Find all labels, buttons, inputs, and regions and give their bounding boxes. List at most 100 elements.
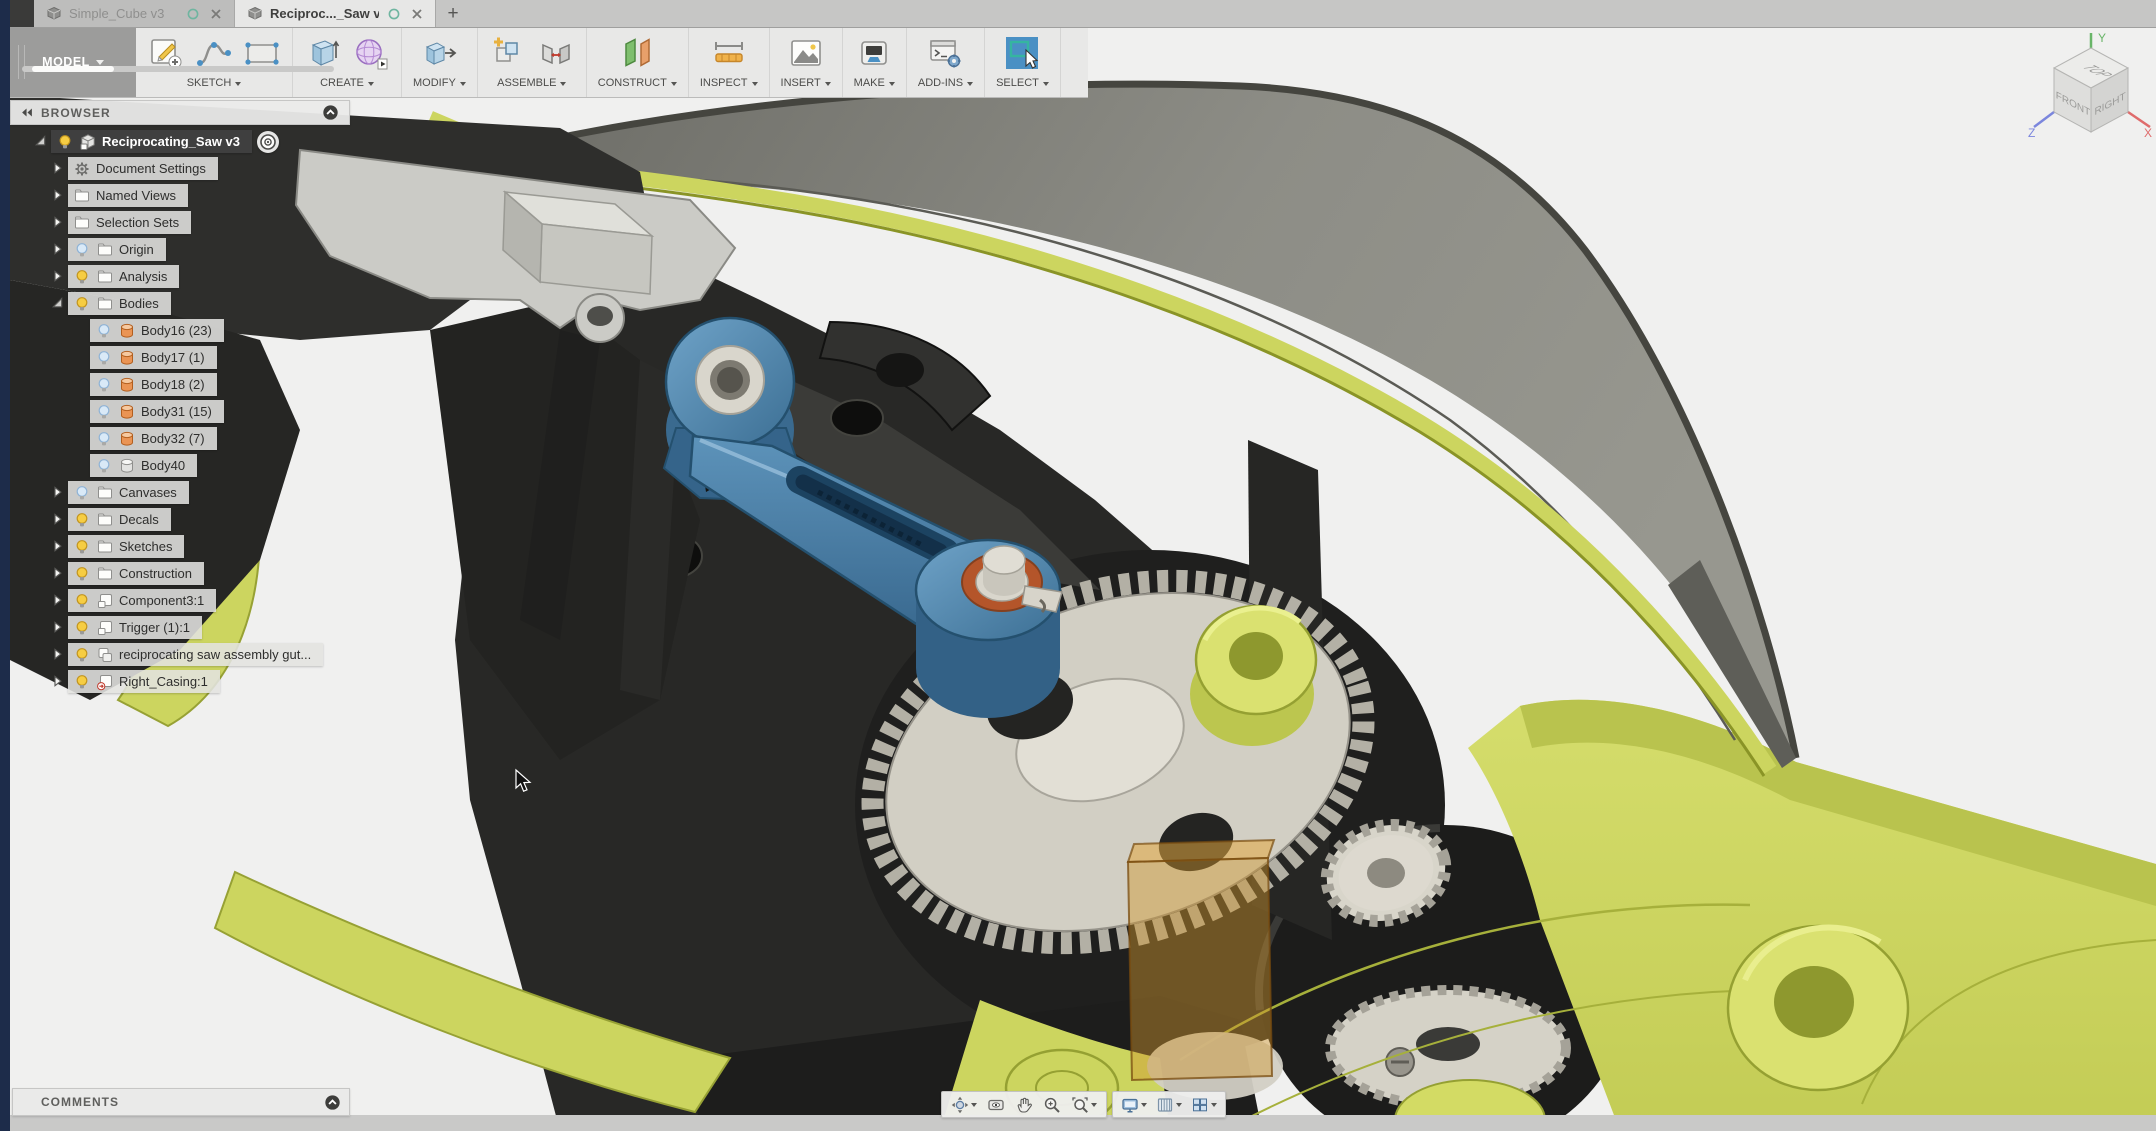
tree-row-body17-1-[interactable]: Body17 (1) (10, 344, 350, 371)
tree-row-decals[interactable]: Decals (10, 506, 350, 533)
visibility-bulb-icon[interactable] (73, 295, 91, 313)
pan-icon[interactable] (1015, 1096, 1033, 1114)
tree-row-named-views[interactable]: Named Views (10, 182, 350, 209)
tree-row-document-settings[interactable]: Document Settings (10, 155, 350, 182)
tree-collapsed-arrow-icon[interactable] (50, 539, 65, 554)
joint-icon[interactable] (537, 33, 575, 73)
tree-collapsed-arrow-icon[interactable] (50, 161, 65, 176)
display-settings-icon[interactable] (1121, 1096, 1139, 1114)
tree-collapsed-arrow-icon[interactable] (50, 593, 65, 608)
toolbar-group-label[interactable]: MODIFY (413, 77, 466, 89)
addins-script-icon[interactable] (926, 33, 964, 73)
viewports-button[interactable] (1190, 1096, 1218, 1114)
visibility-bulb-icon[interactable] (95, 376, 113, 394)
tree-collapsed-arrow-icon[interactable] (50, 566, 65, 581)
zoom-icon[interactable] (1043, 1096, 1061, 1114)
tree-expanded-arrow-icon[interactable] (50, 296, 65, 311)
visibility-bulb-icon[interactable] (95, 403, 113, 421)
tree-row-canvases[interactable]: Canvases (10, 479, 350, 506)
pan-button[interactable] (1014, 1096, 1034, 1114)
toolbar-group-label[interactable]: MAKE (854, 77, 895, 89)
screw-boss-yellow[interactable] (1190, 606, 1316, 746)
browser-panel-header[interactable]: BROWSER (10, 100, 350, 125)
visibility-bulb-icon[interactable] (73, 619, 91, 637)
toolbar-group-label[interactable]: INSPECT (700, 77, 758, 89)
new-document-tab-button[interactable]: + (436, 0, 470, 27)
visibility-bulb-icon[interactable] (73, 646, 91, 664)
tree-row-component3-1[interactable]: Component3:1 (10, 587, 350, 614)
tree-row-bodies[interactable]: Bodies (10, 290, 350, 317)
sync-status-icon[interactable] (185, 6, 201, 22)
toolbar-group-label[interactable]: CONSTRUCT (598, 77, 677, 89)
tree-row-reciprocating-saw-assembly-gut-[interactable]: reciprocating saw assembly gut... (10, 641, 350, 668)
visibility-bulb-icon[interactable] (73, 592, 91, 610)
zoom-button[interactable] (1042, 1096, 1062, 1114)
measure-icon[interactable] (710, 33, 748, 73)
construct-plane-icon[interactable] (618, 33, 656, 73)
visibility-bulb-icon[interactable] (95, 457, 113, 475)
visibility-bulb-icon[interactable] (73, 565, 91, 583)
visibility-bulb-icon[interactable] (73, 673, 91, 691)
chevron-down-icon[interactable] (1091, 1103, 1097, 1110)
tree-row-body16-23-[interactable]: Body16 (23) (10, 317, 350, 344)
tree-row-body18-2-[interactable]: Body18 (2) (10, 371, 350, 398)
insert-image-icon[interactable] (787, 33, 825, 73)
tree-collapsed-arrow-icon[interactable] (50, 215, 65, 230)
chevron-down-icon[interactable] (971, 1103, 977, 1110)
tree-collapsed-arrow-icon[interactable] (50, 674, 65, 689)
comments-panel[interactable]: COMMENTS (12, 1088, 350, 1116)
tree-row-sketches[interactable]: Sketches (10, 533, 350, 560)
browser-root-row[interactable]: Reciprocating_Saw v3 (10, 128, 350, 155)
grid-snaps-icon[interactable] (1156, 1096, 1174, 1114)
orbit-icon[interactable] (951, 1096, 969, 1114)
viewports-icon[interactable] (1191, 1096, 1209, 1114)
visibility-bulb-icon[interactable] (73, 511, 91, 529)
section-box-amber[interactable] (1128, 840, 1274, 1080)
select-cursor-icon[interactable] (1003, 33, 1041, 73)
active-component-radio[interactable] (257, 131, 279, 153)
orbit-button[interactable] (950, 1096, 978, 1114)
tree-row-analysis[interactable]: Analysis (10, 263, 350, 290)
view-cube[interactable]: TOP FRONT RIGHT Y Z X (2026, 30, 2156, 165)
look-at-button[interactable] (986, 1096, 1006, 1114)
visibility-bulb-icon[interactable] (95, 430, 113, 448)
tree-expanded-arrow-icon[interactable] (33, 134, 48, 149)
visibility-bulb-icon[interactable] (95, 322, 113, 340)
toolbar-group-label[interactable]: ADD-INS (918, 77, 973, 89)
toolbar-scrollbar[interactable] (22, 66, 334, 72)
tree-collapsed-arrow-icon[interactable] (50, 269, 65, 284)
visibility-bulb-icon[interactable] (73, 538, 91, 556)
chevron-down-icon[interactable] (1176, 1103, 1182, 1110)
toolbar-group-label[interactable]: SKETCH (187, 77, 242, 89)
tree-row-trigger-1-1[interactable]: Trigger (1):1 (10, 614, 350, 641)
tree-row-body32-7-[interactable]: Body32 (7) (10, 425, 350, 452)
grid-snaps-button[interactable] (1155, 1096, 1183, 1114)
chevron-down-icon[interactable] (1141, 1103, 1147, 1110)
zoom-window-icon[interactable] (1071, 1096, 1089, 1114)
tree-collapsed-arrow-icon[interactable] (50, 620, 65, 635)
modify-presspull-icon[interactable] (420, 33, 458, 73)
tree-collapsed-arrow-icon[interactable] (50, 188, 65, 203)
toolbar-grip[interactable] (18, 45, 25, 79)
sync-status-icon[interactable] (386, 6, 402, 22)
zoom-window-button[interactable] (1070, 1096, 1098, 1114)
tree-row-selection-sets[interactable]: Selection Sets (10, 209, 350, 236)
toolbar-group-label[interactable]: CREATE (320, 77, 374, 89)
panel-options-button[interactable] (322, 104, 339, 121)
tree-collapsed-arrow-icon[interactable] (50, 485, 65, 500)
toolbar-group-label[interactable]: SELECT (996, 77, 1049, 89)
workspace-switcher-model[interactable]: MODEL (10, 27, 136, 97)
visibility-bulb-icon[interactable] (73, 268, 91, 286)
tree-row-origin[interactable]: Origin (10, 236, 350, 263)
tree-collapsed-arrow-icon[interactable] (50, 242, 65, 257)
tree-collapsed-arrow-icon[interactable] (50, 512, 65, 527)
tree-row-construction[interactable]: Construction (10, 560, 350, 587)
make-print-icon[interactable] (855, 33, 893, 73)
tree-row-right-casing-1[interactable]: Right_Casing:1 (10, 668, 350, 695)
tree-row-body31-15-[interactable]: Body31 (15) (10, 398, 350, 425)
tree-collapsed-arrow-icon[interactable] (50, 647, 65, 662)
document-tab[interactable]: Simple_Cube v3 (34, 0, 235, 27)
look-at-icon[interactable] (987, 1096, 1005, 1114)
display-settings-button[interactable] (1120, 1096, 1148, 1114)
create-form-icon[interactable] (352, 33, 390, 73)
